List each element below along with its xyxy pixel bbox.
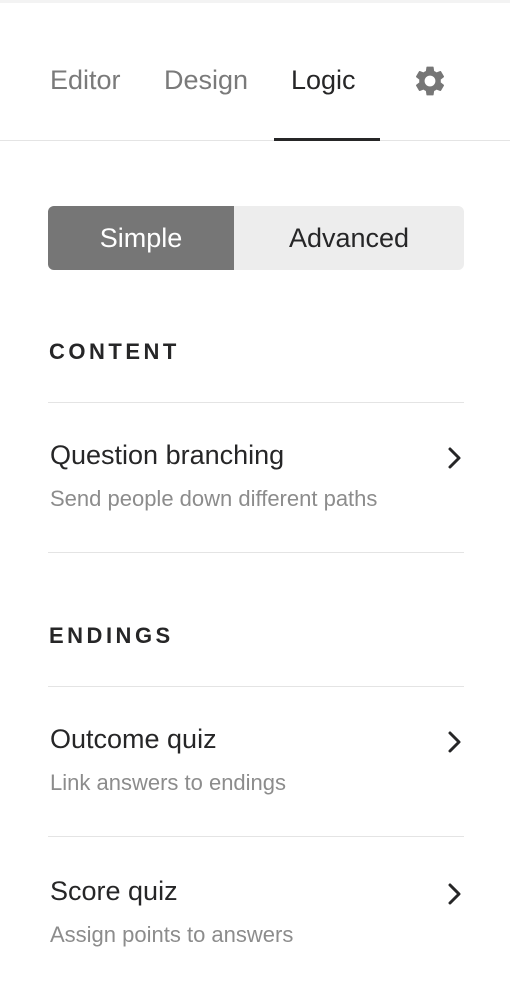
divider [48,836,464,837]
chevron-right-icon [448,447,461,469]
advanced-mode-button[interactable]: Advanced [234,206,464,270]
list-item-question-branching[interactable]: Question branching Send people down diff… [48,440,464,520]
item-title: Outcome quiz [50,724,217,754]
chevron-right-icon [448,883,461,905]
divider [48,402,464,403]
item-description: Send people down different paths [50,486,378,511]
mode-toggle: Simple Advanced [48,206,464,270]
chevron-right-icon [448,731,461,753]
tab-logic[interactable]: Logic [291,60,356,100]
section-heading-content: CONTENT [49,339,180,364]
list-item-outcome-quiz[interactable]: Outcome quiz Link answers to endings [48,724,464,804]
divider [48,552,464,553]
item-title: Score quiz [50,876,178,906]
simple-mode-button[interactable]: Simple [48,206,234,270]
tab-bar: Editor Design Logic [0,0,510,141]
active-tab-indicator [274,138,380,141]
tab-editor[interactable]: Editor [50,60,121,100]
tab-design[interactable]: Design [164,60,248,100]
section-heading-endings: ENDINGS [49,623,174,648]
gear-icon[interactable] [412,63,448,99]
divider [48,686,464,687]
list-item-score-quiz[interactable]: Score quiz Assign points to answers [48,876,464,956]
item-title: Question branching [50,440,285,470]
item-description: Assign points to answers [50,922,294,947]
item-description: Link answers to endings [50,770,287,795]
